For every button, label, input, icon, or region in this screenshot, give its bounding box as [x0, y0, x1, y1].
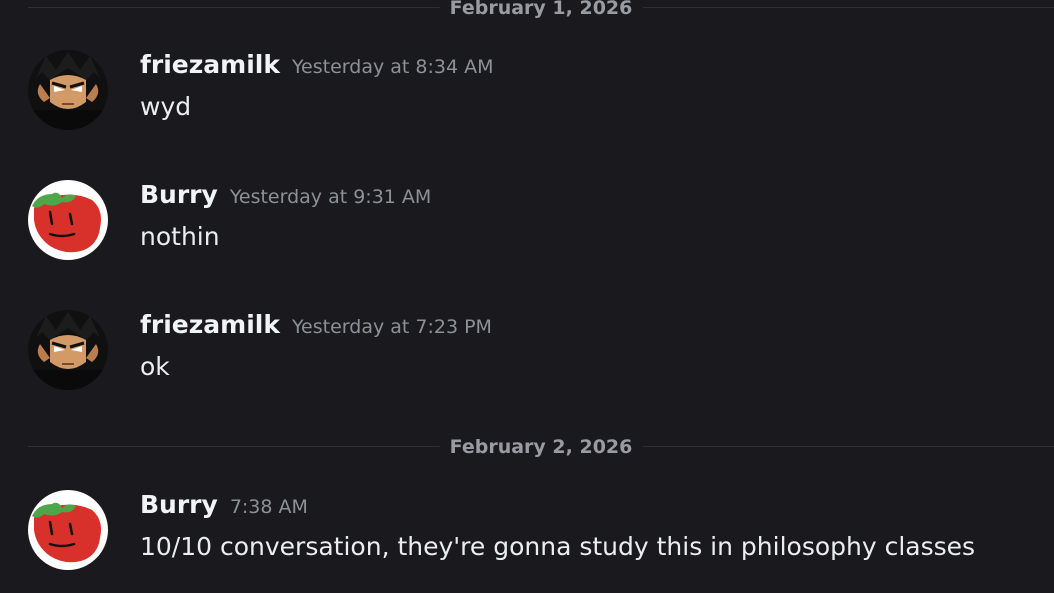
message-header: Burry 7:38 AM: [140, 490, 308, 519]
date-divider: February 1, 2026: [28, 0, 1054, 18]
timestamp: Yesterday at 7:23 PM: [291, 316, 492, 338]
user-avatar-burry[interactable]: [28, 180, 108, 260]
username[interactable]: Burry: [140, 180, 218, 209]
chat-messages: February 1, 2026 friezamilk Yesterday at …: [0, 0, 1054, 593]
user-avatar-burry[interactable]: [28, 490, 108, 570]
message-header: friezamilk Yesterday at 7:23 PM: [140, 310, 492, 339]
message-header: Burry Yesterday at 9:31 AM: [140, 180, 431, 209]
timestamp: Yesterday at 8:34 AM: [291, 56, 494, 78]
message-content: ok: [140, 352, 170, 381]
message-content: 10/10 conversation, they're gonna study …: [140, 532, 976, 561]
date-divider-label: February 1, 2026: [439, 0, 643, 18]
message-group[interactable]: friezamilk Yesterday at 8:34 AM wyd: [28, 50, 1054, 134]
message-group[interactable]: Burry 7:38 AM 10/10 conversation, they're…: [28, 490, 1054, 574]
date-divider-label: February 2, 2026: [439, 437, 643, 457]
user-avatar-friezamilk[interactable]: [28, 310, 108, 390]
message-content: nothin: [140, 222, 220, 251]
message-header: friezamilk Yesterday at 8:34 AM: [140, 50, 493, 79]
username[interactable]: Burry: [140, 490, 218, 519]
message-group[interactable]: Burry Yesterday at 9:31 AM nothin: [28, 180, 1054, 264]
timestamp: 7:38 AM: [229, 496, 308, 518]
message-group[interactable]: friezamilk Yesterday at 7:23 PM ok: [28, 310, 1054, 394]
username[interactable]: friezamilk: [140, 310, 280, 339]
message-content: wyd: [140, 92, 192, 121]
date-divider: February 2, 2026: [28, 437, 1054, 457]
user-avatar-friezamilk[interactable]: [28, 50, 108, 130]
username[interactable]: friezamilk: [140, 50, 280, 79]
timestamp: Yesterday at 9:31 AM: [229, 186, 432, 208]
